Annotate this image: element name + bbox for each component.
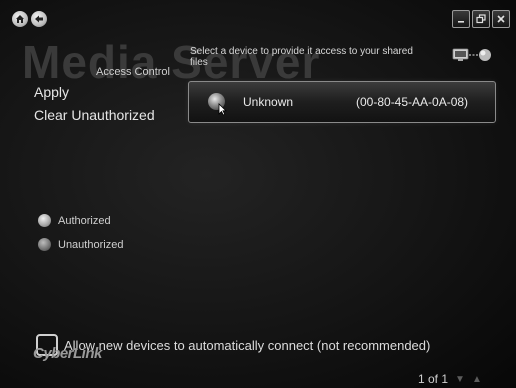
allow-auto-connect-label: Allow new devices to automatically conne… <box>64 337 431 353</box>
mouse-cursor-icon <box>218 103 227 121</box>
cyberlink-logo: CyberLink <box>33 345 102 362</box>
instruction-text: Select a device to provide it access to … <box>190 46 413 68</box>
minimize-icon[interactable] <box>452 10 470 28</box>
restore-icon[interactable] <box>472 10 490 28</box>
media-server-window: Media Server Access Control Apply Clear … <box>0 0 516 388</box>
device-name: Unknown <box>243 95 294 109</box>
authorized-dot-icon <box>38 214 51 227</box>
network-devices-icon <box>452 46 492 71</box>
clear-unauthorized-button[interactable]: Clear Unauthorized <box>34 107 164 123</box>
page-indicator: 1 of 1 <box>418 372 449 386</box>
home-icon[interactable] <box>12 11 28 27</box>
legend-unauthorized-label: Unauthorized <box>58 238 124 251</box>
back-arrow-icon[interactable] <box>31 11 47 27</box>
device-mac-address: (00-80-45-AA-0A-08) <box>356 95 469 109</box>
legend-unauthorized: Unauthorized <box>38 238 123 251</box>
legend-authorized: Authorized <box>38 214 111 227</box>
pager: 1 of 1 ▼ ▲ <box>418 372 482 386</box>
chevron-down-icon[interactable]: ▼ <box>455 374 465 385</box>
close-icon[interactable] <box>492 10 510 28</box>
device-row[interactable]: Unknown (00-80-45-AA-0A-08) <box>188 81 496 123</box>
access-control-label: Access Control <box>96 66 170 78</box>
chevron-up-icon[interactable]: ▲ <box>472 374 482 385</box>
unauthorized-dot-icon <box>38 238 51 251</box>
apply-button[interactable]: Apply <box>34 84 164 100</box>
legend-authorized-label: Authorized <box>58 214 111 227</box>
